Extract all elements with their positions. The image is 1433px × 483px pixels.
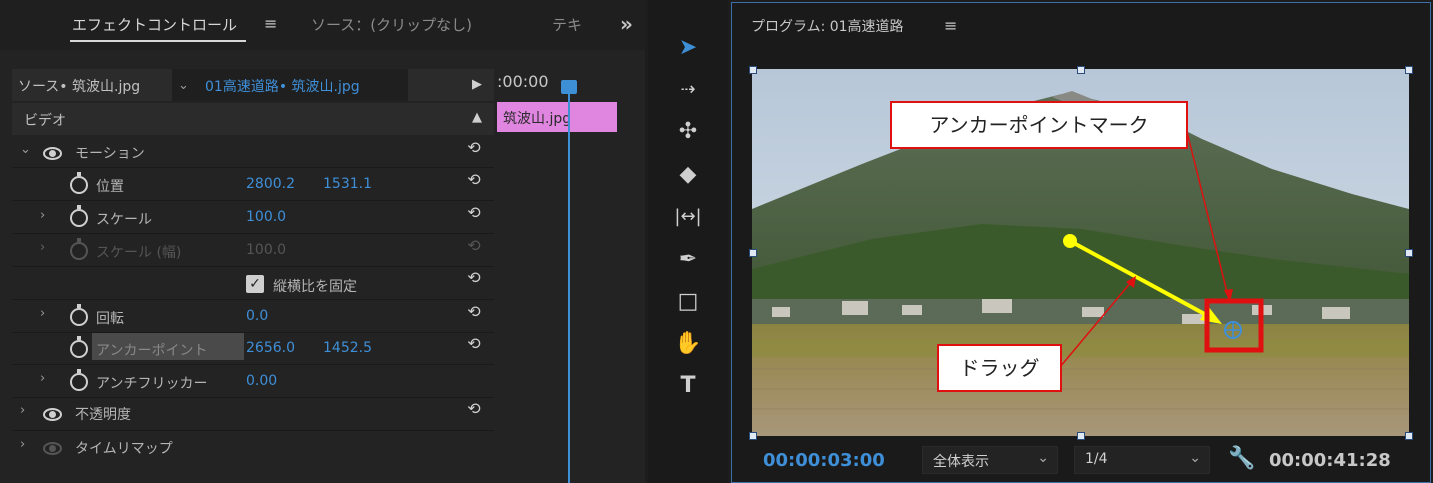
wrench-icon[interactable]: 🔧 [1228, 446, 1255, 471]
duration-timecode: 00:00:41:28 [1269, 450, 1391, 471]
drag-label-leader [1059, 280, 1133, 368]
annotation-overlay [1059, 127, 1264, 368]
resolution-dropdown[interactable]: 1/4 ⌄ [1074, 446, 1210, 474]
anchor-point-callout: アンカーポイントマーク [890, 101, 1188, 149]
current-timecode[interactable]: 00:00:03:00 [763, 450, 885, 471]
zoom-value: 全体表示 [933, 454, 989, 470]
drag-arrowhead [1200, 306, 1222, 324]
anchor-label-leader [1185, 127, 1229, 297]
drag-callout: ドラッグ [937, 344, 1062, 392]
chevron-down-icon: ⌄ [1037, 450, 1049, 466]
zoom-dropdown[interactable]: 全体表示 ⌄ [922, 446, 1058, 474]
chevron-down-icon: ⌄ [1189, 450, 1201, 466]
resolution-value: 1/4 [1085, 451, 1108, 467]
drag-path-arrow [1069, 239, 1213, 320]
anchor-highlight-box [1204, 298, 1264, 353]
drag-start-dot [1063, 234, 1077, 248]
